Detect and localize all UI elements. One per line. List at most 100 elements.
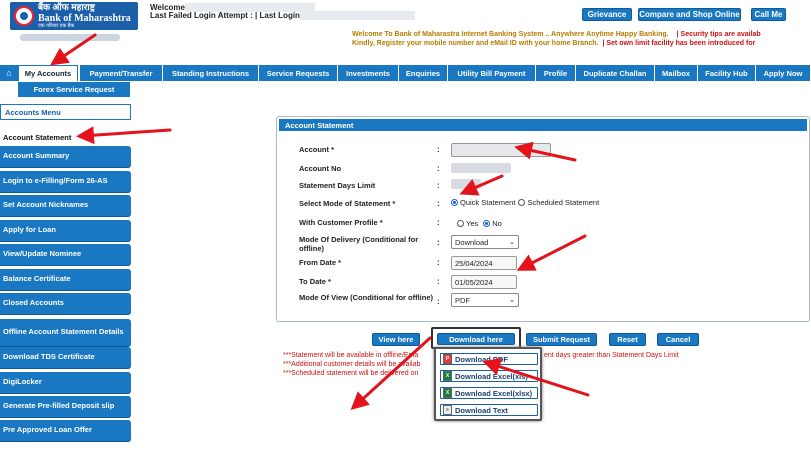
cancel-button[interactable]: Cancel [657,333,699,346]
logo-tagline: एक परिवार एक बैंक [38,22,75,29]
submit-request-button[interactable]: Submit Request [526,333,597,346]
colon: : [437,145,440,154]
download-menu: P Download PDF X Download Excel(xls) X D… [434,347,542,421]
tab-service-requests[interactable]: Service Requests [259,65,338,81]
download-xlsx-option[interactable]: X Download Excel(xlsx) [440,387,538,399]
note-line3: ***Scheduled statement will be delivered… [283,369,419,377]
colon: : [437,238,440,247]
colon: : [437,181,440,190]
sidebar-item-nominee[interactable]: View/Update Nominee [0,244,131,265]
note-line1: ***Statement will be available in offlin… [283,352,419,359]
sidebar-item-loan-offer[interactable]: Pre Approved Loan Offer [0,420,131,441]
excel-icon: X [443,371,452,381]
text-file-icon: ≡ [443,405,452,415]
tab-duplicate-challan[interactable]: Duplicate Challan [576,65,655,81]
download-text-option[interactable]: ≡ Download Text [440,404,538,416]
label-from-date: From Date * [299,258,342,267]
download-xls-option[interactable]: X Download Excel(xls) [440,370,538,382]
download-pdf-label: Download PDF [455,354,508,364]
compare-shop-button[interactable]: Compare and Shop Online [638,8,741,21]
download-here-button[interactable]: Download here [437,333,515,345]
call-me-button[interactable]: Call Me [751,8,786,21]
bank-emblem-icon [14,6,34,26]
label-to-date: To Date * [299,277,331,286]
sidebar-item-digilocker[interactable]: DigiLocker [0,372,131,393]
tab-utility-bill-payment[interactable]: Utility Bill Payment [448,65,536,81]
download-highlight: Download here [431,327,521,349]
sidebar-item-account-statement[interactable]: Account Statement [0,131,131,145]
colon: : [437,164,440,173]
label-delivery: Mode Of Delivery (Conditional for offlin… [299,235,419,253]
label-account-no: Account No [299,164,342,173]
sidebar-item-e-filing[interactable]: Login to e-Filling/Form 26-AS [0,171,131,192]
main-nav: ⌂ My Accounts Payment/Transfer Standing … [0,65,811,81]
view-mode-value: PDF [455,295,470,305]
download-pdf-option[interactable]: P Download PDF [440,353,538,365]
label-view-mode: Mode Of View (Conditional for offline) [299,293,434,302]
radio-label-scheduled: Scheduled Statement [527,198,600,207]
bank-logo[interactable]: बैंक ऑफ महाराष्ट्र Bank of Maharashtra ए… [10,2,138,30]
download-xls-label: Download Excel(xls) [455,371,528,381]
tab-mailbox[interactable]: Mailbox [655,65,698,81]
download-text-label: Download Text [455,405,508,415]
colon: : [437,297,440,306]
sidebar-item-nicknames[interactable]: Set Account Nicknames [0,195,131,216]
header: बैंक ऑफ महाराष्ट्र Bank of Maharashtra ए… [0,0,811,62]
sidebar-item-balance-certificate[interactable]: Balance Certificate [0,269,131,290]
label-account: Account * [299,145,335,154]
label-days-limit: Statement Days Limit [299,181,376,190]
note-line2: ***Additional customer details will be a… [283,360,421,368]
grievance-button[interactable]: Grievance [582,8,632,21]
sidebar-item-account-summary[interactable]: Account Summary [0,146,131,167]
download-xlsx-label: Download Excel(xlsx) [455,388,533,398]
tab-my-accounts[interactable]: My Accounts [18,65,78,81]
colon: : [437,218,440,227]
account-statement-panel: Account Statement Account * : Account No… [276,116,810,322]
tab-payment-transfer[interactable]: Payment/Transfer [80,65,163,81]
radio-profile-no[interactable] [483,220,491,227]
from-date-input[interactable]: 25/04/2024 [451,256,517,270]
tab-apply-now[interactable]: Apply Now [756,65,811,81]
colon: : [437,199,440,208]
sidebar-item-closed-accounts[interactable]: Closed Accounts [0,293,131,314]
profile-radio-group: Yes No [457,219,502,228]
tab-standing-instructions[interactable]: Standing Instructions [163,65,259,81]
marquee-line1: Welcome To Bank of Maharastra Internet B… [352,31,761,38]
sidebar-item-tds-certificate[interactable]: Download TDS Certificate [0,347,131,368]
sidebar-item-deposit-slip[interactable]: Generate Pre-filled Deposit slip [0,396,131,417]
sidebar-item-apply-loan[interactable]: Apply for Loan [0,220,131,241]
to-date-input[interactable]: 01/05/2024 [451,275,517,289]
accounts-menu-title: Accounts Menu [0,104,131,120]
note-line1-right: ent days greater than Statement Days Lim… [544,352,679,359]
radio-label-yes: Yes [466,219,479,228]
reset-button[interactable]: Reset [609,333,646,346]
colon: : [437,277,440,286]
pdf-icon: P [443,354,452,364]
view-mode-select[interactable]: PDF ⌄ [451,293,519,307]
radio-label-quick: Quick Statement [460,198,516,207]
mode-radio-group: Quick Statement Scheduled Statement [451,198,599,207]
radio-profile-yes[interactable] [457,220,464,227]
marquee-line2: Kindly, Register your mobile number and … [352,40,756,47]
chevron-down-icon: ⌄ [509,239,515,246]
tab-investments[interactable]: Investments [338,65,399,81]
redacted-account-no [451,163,511,173]
notes: ***Statement will be available in offlin… [283,352,420,378]
radio-label-no: No [492,219,502,228]
panel-title: Account Statement [279,119,807,131]
subtab-forex-service-request[interactable]: Forex Service Request [18,82,130,97]
tab-enquiries[interactable]: Enquiries [399,65,448,81]
label-mode: Select Mode of Statement * [299,199,396,208]
view-here-button[interactable]: View here [372,333,420,346]
sidebar-item-offline-statement[interactable]: Offline Account Statement Details [0,319,131,346]
tab-facility-hub[interactable]: Facility Hub [698,65,756,81]
radio-scheduled-statement[interactable] [518,199,526,206]
tab-profile[interactable]: Profile [536,65,576,81]
delivery-select[interactable]: Download ⌄ [451,235,519,249]
login-info: Last Failed Login Attempt : | Last Login [150,11,300,20]
chevron-down-icon: ⌄ [509,297,515,304]
redacted-username [20,34,120,41]
radio-quick-statement[interactable] [451,199,458,206]
home-icon[interactable]: ⌂ [0,65,18,81]
account-select[interactable] [451,143,551,157]
